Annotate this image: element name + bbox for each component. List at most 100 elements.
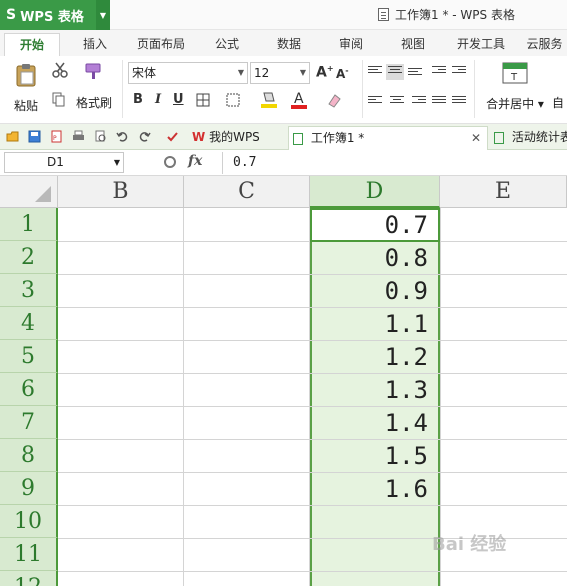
tab-formula[interactable]: 公式 bbox=[206, 33, 248, 56]
wps-w-icon: W bbox=[192, 130, 206, 144]
window-title-text: 工作簿1 * - WPS 表格 bbox=[395, 8, 515, 22]
app-menu-button[interactable]: S WPS 表格 ▼ bbox=[0, 0, 110, 30]
chevron-down-icon[interactable]: ▼ bbox=[96, 0, 110, 30]
row-header[interactable]: 10 bbox=[0, 505, 58, 538]
justify-icon[interactable] bbox=[432, 96, 446, 108]
name-box[interactable]: D1 ▼ bbox=[4, 152, 124, 173]
export-pdf-icon[interactable]: P bbox=[50, 130, 63, 143]
distributed-icon[interactable] bbox=[452, 96, 466, 108]
row-header[interactable]: 12 bbox=[0, 571, 58, 586]
align-left-icon[interactable] bbox=[368, 96, 382, 108]
spreadsheet-grid: B C D E 1 2 3 4 5 6 7 8 9 10 11 12 0.7 0… bbox=[0, 176, 567, 586]
close-icon[interactable]: ✕ bbox=[471, 127, 481, 149]
menu-bar: 开始 插入 页面布局 公式 数据 审阅 视图 开发工具 云服务 bbox=[0, 30, 567, 56]
paste-button[interactable]: 粘贴 bbox=[6, 62, 46, 114]
fill-color-icon[interactable] bbox=[260, 90, 278, 110]
cell-d7[interactable]: 1.4 bbox=[312, 407, 436, 440]
row-header[interactable]: 2 bbox=[0, 241, 58, 274]
underline-button[interactable]: U bbox=[173, 92, 184, 107]
decrease-font-icon[interactable]: A- bbox=[336, 66, 349, 81]
merge-center-label: 合并居中 ▾ bbox=[486, 97, 544, 111]
cell-d5[interactable]: 1.2 bbox=[312, 341, 436, 374]
align-top-icon[interactable] bbox=[368, 66, 382, 78]
cell-d6[interactable]: 1.3 bbox=[312, 374, 436, 407]
cell-d8[interactable]: 1.5 bbox=[312, 440, 436, 473]
doc-tab-activity-stats[interactable]: 活动统计表 bbox=[490, 126, 567, 150]
align-middle-icon[interactable] bbox=[386, 64, 404, 80]
row-header[interactable]: 8 bbox=[0, 439, 58, 472]
clear-format-icon[interactable] bbox=[326, 92, 342, 108]
select-all-icon bbox=[35, 186, 51, 202]
open-folder-icon[interactable] bbox=[6, 130, 19, 143]
cell-d9[interactable]: 1.6 bbox=[312, 473, 436, 506]
cut-icon[interactable] bbox=[52, 62, 68, 78]
merge-center-button[interactable]: T 合并居中 ▾ bbox=[484, 62, 546, 112]
sheet-doc-icon bbox=[293, 132, 303, 145]
row-header[interactable]: 11 bbox=[0, 538, 58, 571]
row-header[interactable]: 5 bbox=[0, 340, 58, 373]
name-box-value: D1 bbox=[47, 155, 64, 169]
svg-text:P: P bbox=[53, 135, 57, 142]
zoom-icon[interactable] bbox=[164, 156, 176, 168]
tab-data[interactable]: 数据 bbox=[268, 33, 310, 56]
redo-icon[interactable] bbox=[138, 130, 151, 143]
font-size-select[interactable]: 12 ▼ bbox=[250, 62, 310, 84]
align-right-icon[interactable] bbox=[412, 96, 426, 108]
row-header[interactable]: 1 bbox=[0, 208, 58, 241]
cell-d4[interactable]: 1.1 bbox=[312, 308, 436, 341]
row-header[interactable]: 3 bbox=[0, 274, 58, 307]
tab-review[interactable]: 审阅 bbox=[330, 33, 372, 56]
cell-d1[interactable]: 0.7 bbox=[312, 209, 436, 242]
row-header[interactable]: 4 bbox=[0, 307, 58, 340]
align-bottom-icon[interactable] bbox=[408, 68, 422, 80]
bold-button[interactable]: B bbox=[133, 92, 143, 107]
doc-tab-workbook1[interactable]: 工作簿1 * ✕ bbox=[288, 126, 488, 150]
font-color-icon[interactable]: A bbox=[290, 90, 308, 110]
app-name: WPS 表格 bbox=[20, 9, 84, 25]
column-header-e[interactable]: E bbox=[440, 176, 567, 208]
document-tab-bar: P W 我的WPS 工作簿1 * ✕ 活动统计表 bbox=[0, 124, 567, 150]
tab-page-layout[interactable]: 页面布局 bbox=[130, 33, 192, 56]
format-painter-label[interactable]: 格式刷 bbox=[76, 94, 112, 111]
function-icon[interactable]: fx bbox=[188, 153, 202, 169]
font-name-value: 宋体 bbox=[132, 66, 157, 80]
undo-icon[interactable] bbox=[116, 130, 129, 143]
save-icon[interactable] bbox=[28, 130, 41, 143]
customize-toolbar-icon[interactable] bbox=[166, 130, 179, 143]
column-header-b[interactable]: B bbox=[58, 176, 184, 208]
copy-icon[interactable] bbox=[52, 92, 66, 108]
tab-insert[interactable]: 插入 bbox=[72, 33, 118, 56]
font-name-select[interactable]: 宋体 ▼ bbox=[128, 62, 248, 84]
row-header[interactable]: 6 bbox=[0, 373, 58, 406]
row-header[interactable]: 7 bbox=[0, 406, 58, 439]
tab-cloud[interactable]: 云服务 bbox=[522, 33, 567, 56]
indent-decrease-icon[interactable] bbox=[432, 66, 446, 78]
cell-d2[interactable]: 0.8 bbox=[312, 242, 436, 275]
paste-label: 粘贴 bbox=[13, 99, 38, 113]
select-all-corner[interactable] bbox=[0, 176, 58, 208]
column-header-c[interactable]: C bbox=[184, 176, 310, 208]
fill-pattern-icon[interactable] bbox=[226, 93, 240, 107]
border-icon[interactable] bbox=[196, 93, 210, 107]
wps-logo-icon: S bbox=[6, 7, 17, 23]
tab-developer[interactable]: 开发工具 bbox=[450, 33, 512, 56]
formula-input[interactable]: 0.7 bbox=[222, 152, 567, 174]
row-header[interactable]: 9 bbox=[0, 472, 58, 505]
column-header-d[interactable]: D bbox=[310, 176, 440, 208]
auto-wrap-button[interactable]: 自 bbox=[552, 94, 564, 111]
format-painter-icon[interactable] bbox=[84, 62, 104, 80]
chevron-down-icon: ▼ bbox=[237, 68, 244, 77]
align-center-icon[interactable] bbox=[390, 96, 404, 108]
cell-d3[interactable]: 0.9 bbox=[312, 275, 436, 308]
print-icon[interactable] bbox=[72, 130, 85, 143]
chevron-down-icon: ▼ bbox=[299, 68, 306, 77]
formula-bar: D1 ▼ fx 0.7 bbox=[0, 150, 567, 176]
tab-start[interactable]: 开始 bbox=[4, 33, 60, 56]
print-preview-icon[interactable] bbox=[94, 130, 107, 143]
merge-cells-icon: T bbox=[502, 62, 528, 84]
doc-tab-my-wps[interactable]: W 我的WPS bbox=[188, 126, 286, 150]
tab-view[interactable]: 视图 bbox=[392, 33, 434, 56]
increase-font-icon[interactable]: A+ bbox=[316, 64, 334, 81]
indent-increase-icon[interactable] bbox=[452, 66, 466, 78]
italic-button[interactable]: I bbox=[155, 92, 161, 107]
